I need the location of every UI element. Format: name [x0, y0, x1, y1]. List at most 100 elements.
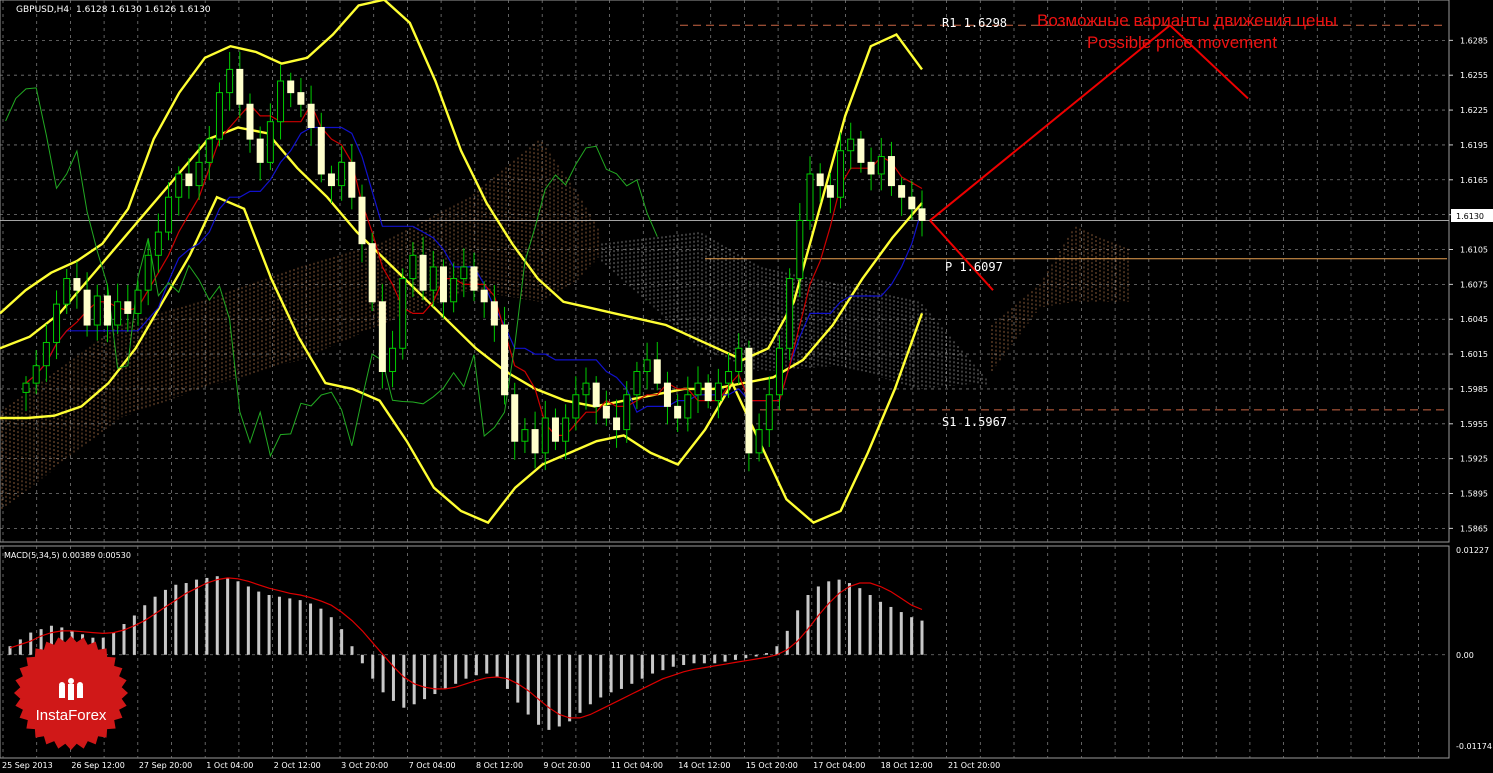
macd-histogram-bar — [671, 654, 675, 667]
candle-body — [165, 196, 173, 233]
candle-body — [348, 161, 356, 198]
macd-histogram-bar — [464, 654, 468, 679]
candle-body — [816, 173, 824, 187]
candle-body — [562, 417, 570, 442]
candle-body — [297, 92, 305, 105]
macd-histogram-bar — [847, 583, 851, 655]
macd-histogram-bar — [329, 617, 333, 655]
candle-body — [653, 359, 661, 384]
candle-body — [195, 161, 203, 187]
candle-body — [918, 208, 926, 221]
candle-body — [226, 68, 234, 94]
candle-body — [429, 266, 437, 291]
macd-histogram-bar — [899, 612, 903, 655]
candle-body — [796, 219, 804, 280]
macd-histogram-bar — [495, 654, 499, 677]
x-tick-label: 2 Oct 12:00 — [274, 761, 321, 770]
macd-signal-line — [9, 577, 923, 719]
chart-header-ohlc: 1.6128 1.6130 1.6126 1.6130 — [76, 5, 211, 15]
macd-histogram-bar — [785, 630, 789, 655]
y-tick-label: 1.5895 — [1460, 490, 1488, 499]
y-tick-label: 1.6165 — [1460, 176, 1488, 185]
forecast-lines — [929, 24, 1249, 291]
macd-histogram-bar — [360, 654, 364, 664]
macd-histogram-bar — [630, 654, 634, 684]
candle-body — [480, 289, 488, 303]
y-tick-label: 1.6225 — [1460, 106, 1488, 115]
candle-body — [409, 254, 417, 280]
candle-body — [53, 303, 61, 343]
candle-body — [317, 126, 325, 175]
macd-histogram-bar — [288, 598, 292, 655]
candle-body — [663, 382, 671, 407]
candle-body — [867, 161, 875, 175]
macd-histogram-bar — [423, 654, 427, 700]
price-chart[interactable]: 1.62851.62551.62251.61951.61651.61351.61… — [0, 0, 1493, 773]
macd-histogram-bar — [163, 589, 167, 655]
macd-histogram-bar — [754, 654, 758, 657]
main-panel-frame — [0, 0, 1450, 543]
candle-body — [613, 417, 621, 431]
y-tick-label: 1.6045 — [1460, 315, 1488, 324]
x-tick-label: 26 Sep 12:00 — [71, 761, 124, 770]
indicator-lines — [0, 0, 924, 525]
macd-histogram-bar — [588, 654, 592, 705]
candle-body — [643, 359, 651, 373]
macd-histogram-bar — [661, 654, 665, 671]
macd-y-tick-label: 0.00 — [1456, 651, 1474, 660]
macd-histogram-bar — [205, 577, 209, 655]
macd-histogram-bar — [806, 594, 810, 655]
candle-body — [765, 394, 773, 431]
candle-body — [114, 301, 122, 326]
candle-body — [714, 382, 722, 402]
macd-histogram-bar — [132, 615, 136, 655]
y-tick-label: 1.6285 — [1460, 36, 1488, 45]
macd-histogram-bar — [765, 653, 769, 655]
y-tick-label: 1.5955 — [1460, 420, 1488, 429]
macd-histogram-bar — [682, 654, 686, 666]
macd-histogram-bar — [692, 654, 696, 664]
candle-body — [93, 295, 101, 326]
candle-body — [775, 347, 783, 396]
candle-body — [419, 254, 427, 291]
macd-histogram-bar — [796, 610, 800, 655]
macd-histogram-bar — [277, 596, 281, 655]
candle-body — [572, 394, 580, 419]
x-tick-label: 3 Oct 20:00 — [341, 761, 388, 770]
candle-body — [307, 103, 315, 128]
macd-histogram-bar — [744, 654, 748, 659]
candle-body — [378, 301, 386, 373]
candle-body — [501, 324, 509, 396]
candle-body — [837, 150, 845, 198]
macd-histogram-bar — [858, 588, 862, 655]
candle-body — [623, 394, 631, 431]
macd-histogram-bar — [640, 654, 644, 679]
candle-body — [592, 382, 600, 407]
candle-body — [826, 185, 834, 198]
candle-body — [460, 266, 468, 280]
macd-histogram-bar — [215, 576, 219, 655]
forecast-down-line — [929, 219, 994, 291]
x-tick-label: 17 Oct 04:00 — [813, 761, 865, 770]
s1-label: S1 1.5967 — [942, 415, 1007, 429]
candle-body — [806, 173, 814, 221]
macd-histogram-bar — [319, 608, 323, 655]
macd-histogram-bar — [122, 624, 126, 655]
y-tick-label: 1.6195 — [1460, 141, 1488, 150]
candle-body — [450, 278, 458, 303]
macd-histogram-bar — [827, 581, 831, 655]
candle-body — [511, 394, 519, 442]
macd-y-tick-label: -0.01174 — [1456, 742, 1492, 751]
macd-histogram-bar — [309, 603, 313, 655]
candle-body — [134, 289, 142, 314]
candle-body — [154, 231, 162, 256]
macd-label: MACD(5,34,5) 0.00389 0.00530 — [4, 551, 131, 560]
candle-body — [735, 347, 743, 373]
candle-body — [887, 156, 895, 187]
macd-histogram-bar — [516, 654, 520, 703]
x-tick-label: 9 Oct 20:00 — [543, 761, 590, 770]
macd-histogram-bar — [578, 654, 582, 713]
x-tick-label: 14 Oct 12:00 — [678, 761, 730, 770]
candle-body — [908, 196, 916, 210]
macd-histogram-bar — [454, 654, 458, 684]
